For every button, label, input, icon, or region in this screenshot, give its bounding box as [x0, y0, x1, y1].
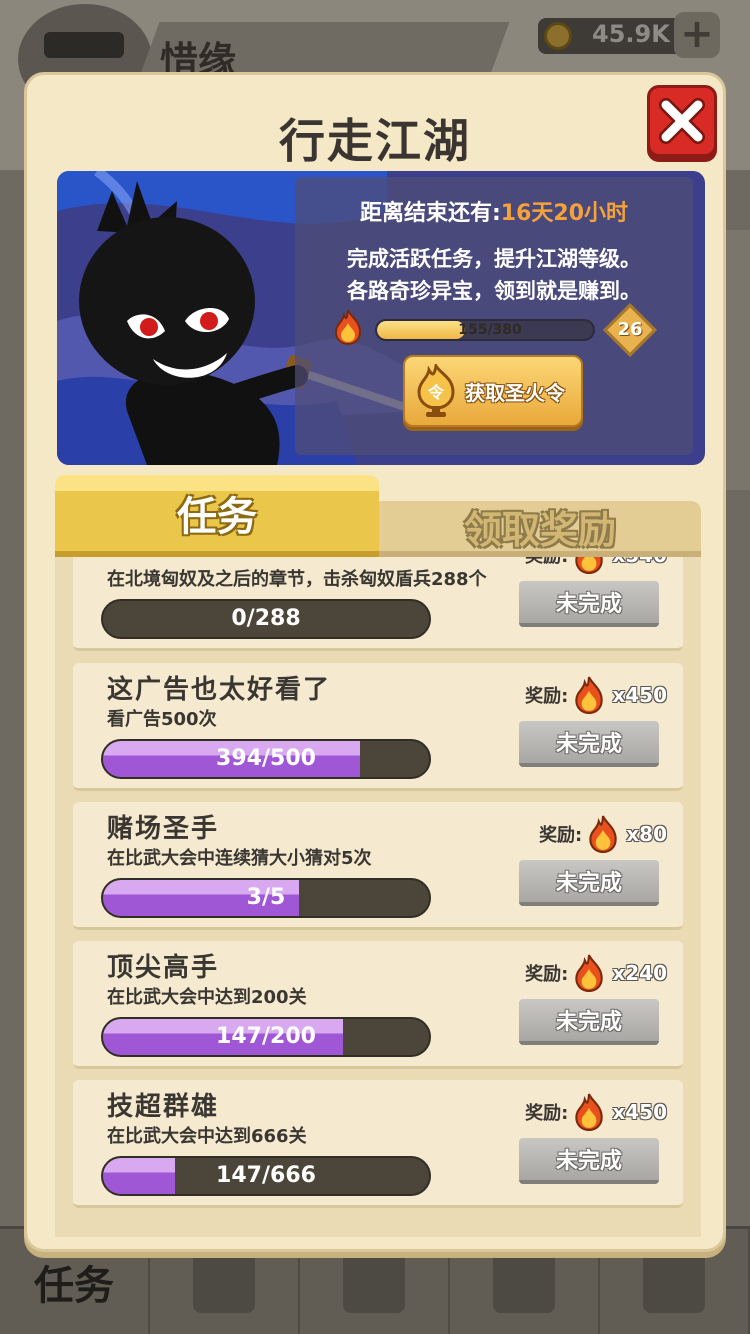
- task-reward: 奖励: x240: [507, 954, 667, 992]
- reward-amount: x80: [626, 822, 667, 846]
- level-progress-text: 155/380: [458, 322, 522, 338]
- reward-label: 奖励:: [525, 1103, 569, 1124]
- task-name: 这广告也太好看了: [107, 675, 332, 705]
- task-desc: 在比武大会中达到200关: [107, 987, 307, 1008]
- task-card: 在北境匈奴及之后的章节，击杀匈奴盾兵288个 0/288 奖励: x540 未完…: [73, 557, 683, 651]
- flame-icon: [575, 954, 604, 992]
- level-number: 26: [617, 319, 643, 340]
- tab-claim-rewards[interactable]: 领取奖励: [379, 501, 701, 557]
- task-reward: 奖励: x80: [507, 815, 667, 853]
- flame-icon: [334, 309, 362, 345]
- get-sacred-fire-token-button[interactable]: 令 获取圣火令: [403, 355, 583, 427]
- coin-icon: [544, 22, 572, 50]
- task-progress-bar: 3/5: [101, 878, 431, 918]
- task-status-button[interactable]: 未完成: [519, 581, 659, 627]
- task-status-button[interactable]: 未完成: [519, 1138, 659, 1184]
- event-desc-line-1: 完成活跃任务，提升江湖等级。: [347, 247, 641, 271]
- task-progress-bar: 394/500: [101, 739, 431, 779]
- task-reward: 奖励: x450: [507, 676, 667, 714]
- reward-label: 奖励:: [539, 825, 583, 846]
- task-progress-bar: 0/288: [101, 599, 431, 639]
- task-status-button[interactable]: 未完成: [519, 721, 659, 767]
- task-progress-text: 147/200: [216, 1024, 316, 1049]
- task-desc: 看广告500次: [107, 709, 217, 730]
- fire-token-icon: 令: [417, 364, 455, 417]
- task-card: 赌场圣手 在比武大会中连续猜大小猜对5次 3/5 奖励: x80 未完成: [73, 802, 683, 930]
- task-desc: 在比武大会中达到666关: [107, 1126, 307, 1147]
- flame-icon: [575, 676, 604, 714]
- event-countdown: 距离结束还有:16天20小时: [295, 195, 693, 227]
- task-status-button[interactable]: 未完成: [519, 860, 659, 906]
- tab-tasks[interactable]: 任务: [55, 475, 379, 557]
- task-progress-text: 3/5: [246, 885, 286, 910]
- task-progress-text: 0/288: [231, 606, 301, 631]
- flame-icon: [575, 557, 604, 574]
- flame-icon: [589, 815, 617, 853]
- task-progress-text: 147/666: [216, 1163, 316, 1188]
- task-card: 顶尖高手 在比武大会中达到200关 147/200 奖励: x240 未完成: [73, 941, 683, 1069]
- countdown-label: 距离结束还有:: [359, 201, 501, 226]
- armor-icon: [493, 1250, 555, 1313]
- task-progress-bar: 147/200: [101, 1017, 431, 1057]
- modal-tabs: 任务 领取奖励: [55, 475, 701, 557]
- task-desc: 在北境匈奴及之后的章节，击杀匈奴盾兵288个: [107, 569, 487, 590]
- task-list[interactable]: 在北境匈奴及之后的章节，击杀匈奴盾兵288个 0/288 奖励: x540 未完…: [55, 557, 701, 1237]
- event-banner: 距离结束还有:16天20小时 完成活跃任务，提升江湖等级。 各路奇珍异宝，领到就…: [57, 171, 705, 465]
- reward-label: 奖励:: [525, 686, 569, 707]
- event-info-panel: 距离结束还有:16天20小时 完成活跃任务，提升江湖等级。 各路奇珍异宝，领到就…: [295, 177, 693, 455]
- reward-amount: x450: [612, 1100, 667, 1124]
- close-button[interactable]: [647, 85, 717, 157]
- task-status-button[interactable]: 未完成: [519, 999, 659, 1045]
- task-name: 赌场圣手: [107, 814, 220, 844]
- token-icon-char: 令: [427, 383, 445, 402]
- task-progress-text: 394/500: [216, 746, 316, 771]
- task-name: 技超群雄: [107, 1092, 220, 1122]
- reward-label: 奖励:: [525, 964, 569, 985]
- reward-amount: x240: [612, 961, 667, 985]
- close-icon: [659, 98, 705, 144]
- event-desc-line-2: 各路奇珍异宝，领到就是赚到。: [347, 279, 641, 303]
- countdown-value: 16天20小时: [500, 201, 629, 226]
- add-coins-button: +: [674, 12, 720, 58]
- reward-amount: x540: [612, 557, 667, 567]
- flame-icon: [575, 1093, 604, 1131]
- reward-amount: x450: [612, 683, 667, 707]
- task-reward: 奖励: x540: [507, 557, 667, 574]
- book-icon: [193, 1250, 255, 1313]
- crossed-swords-icon: [343, 1250, 405, 1313]
- task-card: 这广告也太好看了 看广告500次 394/500 奖励: x450 未完成: [73, 663, 683, 791]
- task-name: 顶尖高手: [107, 953, 220, 983]
- task-card: 技超群雄 在比武大会中达到666关 147/666 奖励: x450 未完成: [73, 1080, 683, 1208]
- task-progress-bar: 147/666: [101, 1156, 431, 1196]
- task-desc: 在比武大会中连续猜大小猜对5次: [107, 848, 372, 869]
- task-reward: 奖励: x450: [507, 1093, 667, 1131]
- get-token-label: 获取圣火令: [465, 380, 565, 405]
- jianghu-modal: 行走江湖 距离结束还有:16天20小时 完成活跃任务，提升江湖等级。 各路奇珍异…: [24, 72, 726, 1252]
- reward-label: 奖励:: [525, 557, 568, 568]
- modal-title: 行走江湖: [279, 114, 471, 168]
- coin-amount: 45.9K: [592, 20, 670, 48]
- collect-icon: [643, 1250, 705, 1313]
